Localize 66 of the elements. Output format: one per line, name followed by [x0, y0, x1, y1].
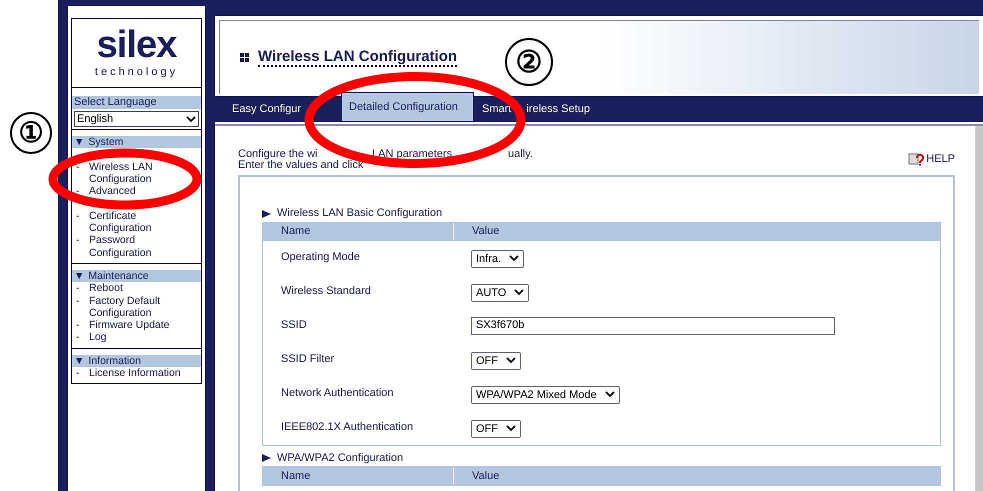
dropdown[interactable]: WPA/WPA2 Mixed Mode	[471, 386, 620, 404]
bullet-dash: -	[76, 367, 80, 380]
dropdown[interactable]: AUTO	[471, 284, 530, 302]
tab[interactable]: Detailed Configuration	[341, 92, 474, 122]
tab[interactable]: Smart ireless Setup	[474, 96, 598, 122]
menu-heading-text: System	[88, 136, 124, 148]
setting-name: Wireless Standard	[280, 284, 372, 300]
instruction-text: ually.	[508, 149, 533, 160]
bullet-dash: -	[76, 210, 80, 224]
text-field[interactable]: SX3f670b	[471, 316, 835, 334]
page-title: Wireless LAN Configuration	[258, 48, 458, 67]
menu-link[interactable]: Factory Default Configuration	[89, 294, 201, 320]
section-title: Wireless LAN Basic Configuration	[277, 206, 442, 221]
column-header: Name	[280, 224, 312, 240]
triangle-icon: ▼	[74, 354, 84, 368]
caret-icon	[506, 425, 516, 432]
callout-number: ①	[10, 112, 52, 154]
grid-icon	[240, 52, 250, 62]
caret-icon	[506, 357, 516, 364]
menu-link[interactable]: Advanced	[89, 185, 138, 198]
bullet-dash: -	[76, 294, 80, 309]
setting-name: IEEE802.1X Authentication	[280, 420, 414, 436]
instruction-text: Configure the wi	[238, 149, 318, 160]
bullet-dash: -	[76, 282, 80, 295]
column-header: Value	[453, 468, 500, 484]
menu-link[interactable]: Password Configuration	[89, 234, 201, 259]
dropdown[interactable]: Infra.	[471, 250, 524, 268]
bullet-dash: -	[76, 331, 80, 344]
section-title: WPA/WPA2 Configuration	[277, 450, 404, 466]
menu-heading-text: Maintenance	[88, 270, 149, 282]
triangle-icon: ▼	[74, 136, 84, 148]
caret-icon	[604, 391, 615, 398]
menu-link[interactable]: Wireless LAN Configuration	[89, 160, 201, 186]
bullet-dash: -	[76, 234, 80, 248]
caret-icon	[509, 255, 520, 262]
language-dropdown[interactable]: English	[74, 111, 199, 127]
dropdown[interactable]: OFF	[471, 420, 521, 438]
bullet-dash: -	[76, 160, 80, 175]
instruction-text: Enter the values and click	[238, 160, 364, 171]
setting-name: SSID	[280, 318, 308, 334]
menu-link[interactable]: Log	[89, 331, 109, 344]
menu-link[interactable]: Firmware Update	[89, 319, 172, 332]
triangle-icon	[262, 453, 271, 462]
triangle-icon: ▼	[74, 270, 84, 282]
logo-wordmark: silex	[96, 26, 176, 64]
menu-link[interactable]: Reboot	[89, 282, 125, 295]
menu-link[interactable]: Certificate Configuration	[89, 210, 201, 234]
language-label: Select Language	[72, 96, 201, 109]
bullet-dash: -	[76, 185, 80, 198]
setting-name: Operating Mode	[280, 250, 361, 266]
triangle-icon	[262, 208, 271, 218]
caret-icon	[514, 289, 524, 296]
help-icon	[908, 152, 924, 166]
dropdown[interactable]: OFF	[471, 352, 521, 370]
tab[interactable]: Easy Configur	[219, 96, 341, 122]
scrollbar[interactable]	[975, 126, 983, 491]
bullet-dash: -	[76, 319, 80, 332]
menu-heading-text: Information	[88, 354, 141, 368]
setting-name: SSID Filter	[280, 352, 336, 368]
caret-icon	[186, 116, 196, 122]
help-link[interactable]: HELP	[926, 151, 955, 168]
menu-link[interactable]: License Information	[89, 367, 183, 380]
column-header: Value	[453, 223, 500, 240]
logo-tagline: technology	[94, 64, 178, 80]
column-header: Name	[280, 468, 312, 484]
setting-name: Network Authentication	[280, 386, 395, 402]
